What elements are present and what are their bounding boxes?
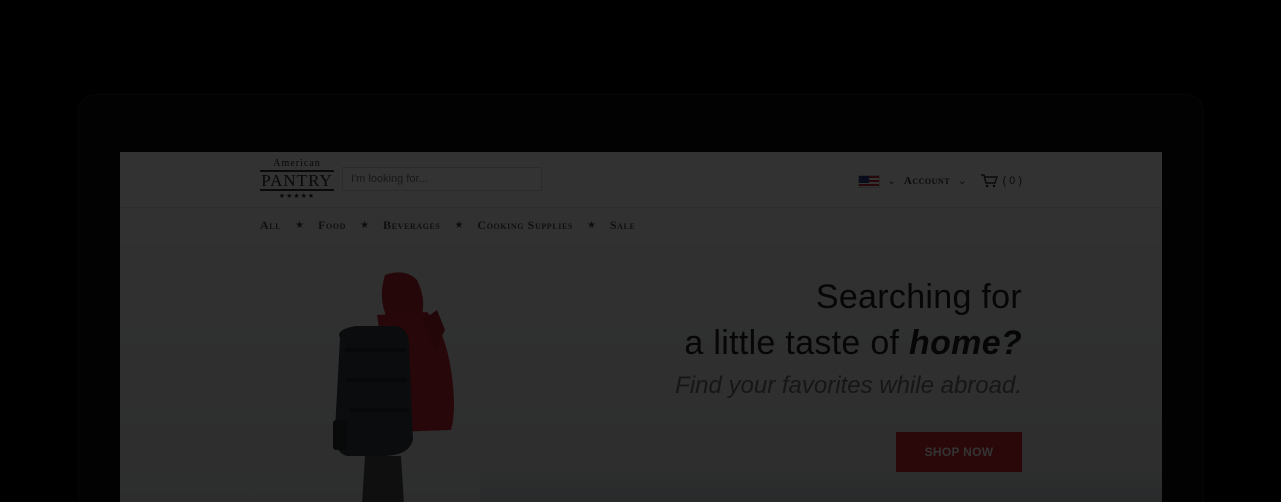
chevron-down-icon[interactable]: ⌄ [958, 176, 966, 187]
hero-headline-line-1: Searching for [815, 278, 1022, 316]
cart-icon [981, 174, 999, 188]
search-input[interactable] [342, 167, 542, 191]
hero-headline-line-2: a little taste of home? [684, 324, 1022, 362]
shop-now-button[interactable]: SHOP NOW [896, 432, 1022, 472]
hero-text: Searching for a little taste of home? Fi… [675, 274, 1022, 406]
logo[interactable]: American PANTRY ★★★★★ [260, 156, 334, 204]
nav-item-sale[interactable]: Sale [610, 218, 636, 233]
website-screen: American PANTRY ★★★★★ ⌄ Account ⌄ ( 0 ) [120, 152, 1162, 502]
star-icon: ★ [454, 219, 464, 231]
account-menu[interactable]: Account [904, 175, 950, 187]
hiker-image [333, 272, 454, 502]
logo-line-2: PANTRY [260, 170, 334, 191]
nav-item-cooking-supplies[interactable]: Cooking Supplies [477, 218, 573, 233]
cart-count: ( 0 ) [1002, 175, 1022, 187]
logo-stars: ★★★★★ [278, 192, 316, 200]
hero-subtitle: Find your favorites while abroad. [675, 372, 1022, 399]
star-icon: ★ [295, 219, 305, 231]
hero-banner: Searching for a little taste of home? Fi… [120, 244, 1162, 502]
hero-headline-emphasis: home? [909, 324, 1022, 362]
stage: American PANTRY ★★★★★ ⌄ Account ⌄ ( 0 ) [0, 0, 1281, 502]
nav-item-beverages[interactable]: Beverages [383, 218, 440, 233]
star-icon: ★ [586, 219, 596, 231]
nav-item-food[interactable]: Food [318, 218, 346, 233]
star-icon: ★ [360, 219, 370, 231]
header-actions: ⌄ Account ⌄ ( 0 ) [857, 172, 1022, 190]
trees-background [480, 472, 1162, 502]
site-header: American PANTRY ★★★★★ ⌄ Account ⌄ ( 0 ) [120, 152, 1162, 208]
cart-button[interactable]: ( 0 ) [980, 174, 1022, 188]
nav-item-all[interactable]: All [260, 218, 281, 233]
logo-line-1: American [273, 158, 321, 169]
main-nav: All ★ Food ★ Beverages ★ Cooking Supplie… [260, 215, 635, 235]
us-flag-icon[interactable] [857, 174, 880, 188]
chevron-down-icon[interactable]: ⌄ [888, 176, 896, 187]
